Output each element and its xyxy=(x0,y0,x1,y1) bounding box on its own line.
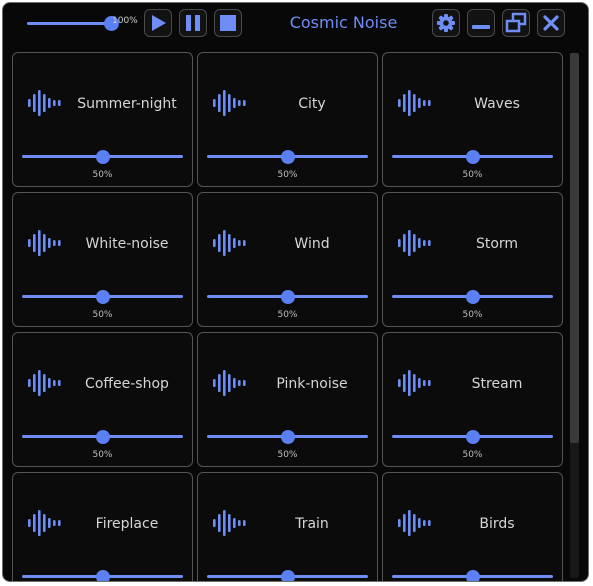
sound-card: Coffee-shop 50% xyxy=(12,332,193,467)
volume-label: 50% xyxy=(277,170,298,180)
volume-slider[interactable] xyxy=(392,430,553,444)
volume-knob[interactable] xyxy=(465,290,480,304)
master-volume-slider[interactable] xyxy=(27,13,119,33)
volume-knob[interactable] xyxy=(280,570,295,581)
waveform-icon xyxy=(28,510,61,536)
volume-slider[interactable] xyxy=(22,290,183,304)
volume-label: 50% xyxy=(92,170,113,180)
volume-label: 50% xyxy=(462,450,483,460)
scrollbar[interactable] xyxy=(570,53,579,578)
volume-slider[interactable] xyxy=(207,150,368,164)
sound-name: Fireplace xyxy=(95,516,159,532)
app-window: 100% Cosmic Noise Summer-night 50% City … xyxy=(2,2,589,582)
close-icon xyxy=(543,15,559,31)
volume-knob[interactable] xyxy=(95,150,110,164)
volume-slider[interactable] xyxy=(207,430,368,444)
stop-button[interactable] xyxy=(214,9,242,37)
sound-name: Summer-night xyxy=(77,96,177,112)
minimize-button[interactable] xyxy=(467,9,495,37)
sound-card: Storm 50% xyxy=(382,192,563,327)
sound-card: City 50% xyxy=(197,52,378,187)
master-volume-track xyxy=(27,22,111,25)
sound-grid: Summer-night 50% City 50% Waves 50% White-nois… xyxy=(12,52,564,581)
waveform-icon xyxy=(28,230,61,256)
waveform-icon xyxy=(398,90,431,116)
sound-name: Stream xyxy=(471,376,523,392)
gear-icon xyxy=(437,14,455,32)
sound-name: White-noise xyxy=(85,236,169,252)
volume-slider[interactable] xyxy=(207,570,368,581)
waveform-icon xyxy=(213,510,246,536)
volume-slider[interactable] xyxy=(207,290,368,304)
waveform-icon xyxy=(213,230,246,256)
pause-button[interactable] xyxy=(179,9,207,37)
sound-card: Summer-night 50% xyxy=(12,52,193,187)
volume-label: 50% xyxy=(277,450,298,460)
sound-card: Waves 50% xyxy=(382,52,563,187)
waveform-icon xyxy=(28,370,61,396)
volume-slider[interactable] xyxy=(22,570,183,581)
volume-knob[interactable] xyxy=(95,290,110,304)
volume-label: 50% xyxy=(462,170,483,180)
waveform-icon xyxy=(398,370,431,396)
sound-card: Birds50% xyxy=(382,472,563,581)
volume-label: 50% xyxy=(92,310,113,320)
sound-name: Storm xyxy=(475,236,519,252)
volume-slider[interactable] xyxy=(392,150,553,164)
sound-card: White-noise 50% xyxy=(12,192,193,327)
sound-name: Pink-noise xyxy=(276,376,348,392)
sound-card: Stream 50% xyxy=(382,332,563,467)
sound-name: Birds xyxy=(479,516,515,532)
sound-card: Fireplace50% xyxy=(12,472,193,581)
scrollbar-thumb[interactable] xyxy=(570,53,579,443)
waveform-icon xyxy=(398,510,431,536)
waveform-icon xyxy=(28,90,61,116)
pause-icon xyxy=(186,15,200,31)
restore-window-icon xyxy=(505,12,527,33)
volume-knob[interactable] xyxy=(280,290,295,304)
waveform-icon xyxy=(398,230,431,256)
volume-knob[interactable] xyxy=(280,430,295,444)
app-title: Cosmic Noise xyxy=(289,13,398,32)
play-button[interactable] xyxy=(144,9,172,37)
volume-label: 50% xyxy=(277,310,298,320)
sound-card: Train50% xyxy=(197,472,378,581)
minimize-icon xyxy=(472,25,490,29)
sound-name: Train xyxy=(295,516,329,532)
volume-knob[interactable] xyxy=(95,430,110,444)
waveform-icon xyxy=(213,90,246,116)
volume-knob[interactable] xyxy=(465,430,480,444)
waveform-icon xyxy=(213,370,246,396)
sound-card: Pink-noise 50% xyxy=(197,332,378,467)
volume-slider[interactable] xyxy=(22,150,183,164)
sound-card: Wind 50% xyxy=(197,192,378,327)
sound-name: Wind xyxy=(294,236,330,252)
close-button[interactable] xyxy=(537,9,565,37)
volume-knob[interactable] xyxy=(465,570,480,581)
volume-slider[interactable] xyxy=(392,570,553,581)
sound-name: Coffee-shop xyxy=(85,376,169,392)
volume-slider[interactable] xyxy=(392,290,553,304)
volume-knob[interactable] xyxy=(465,150,480,164)
volume-knob[interactable] xyxy=(95,570,110,581)
sound-name: City xyxy=(298,96,326,112)
master-volume-label: 100% xyxy=(112,16,138,26)
volume-label: 50% xyxy=(92,450,113,460)
volume-label: 50% xyxy=(462,310,483,320)
stop-icon xyxy=(220,15,236,31)
settings-button[interactable] xyxy=(432,9,460,37)
volume-slider[interactable] xyxy=(22,430,183,444)
restore-button[interactable] xyxy=(502,9,530,37)
sound-name: Waves xyxy=(474,96,520,112)
volume-knob[interactable] xyxy=(280,150,295,164)
header-bar: 100% Cosmic Noise xyxy=(3,3,588,47)
play-icon xyxy=(152,15,166,31)
